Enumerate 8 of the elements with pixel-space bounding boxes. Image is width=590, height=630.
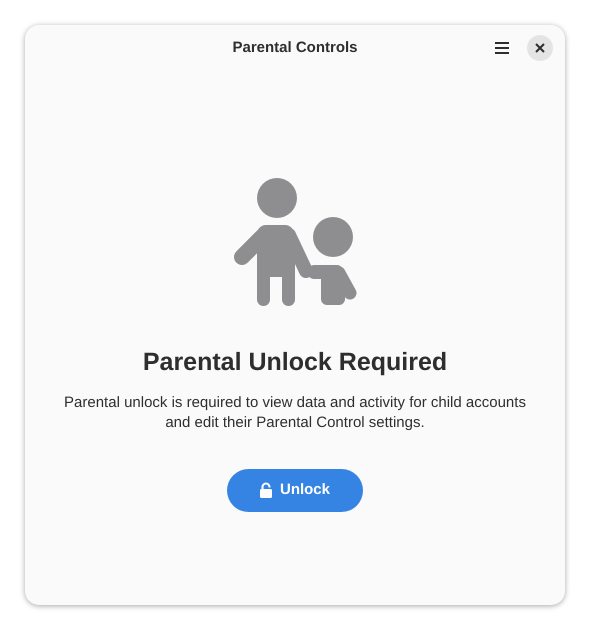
window-title: Parental Controls	[232, 38, 358, 58]
description-text: Parental unlock is required to view data and activity for child accounts and edit their Parental Control settings.	[63, 393, 527, 434]
menu-icon	[495, 42, 509, 54]
heading: Parental Unlock Required	[142, 347, 448, 377]
close-icon	[535, 43, 545, 53]
lock-icon	[260, 482, 272, 498]
close-button[interactable]	[527, 35, 553, 61]
unlock-button[interactable]: Unlock	[227, 468, 363, 512]
